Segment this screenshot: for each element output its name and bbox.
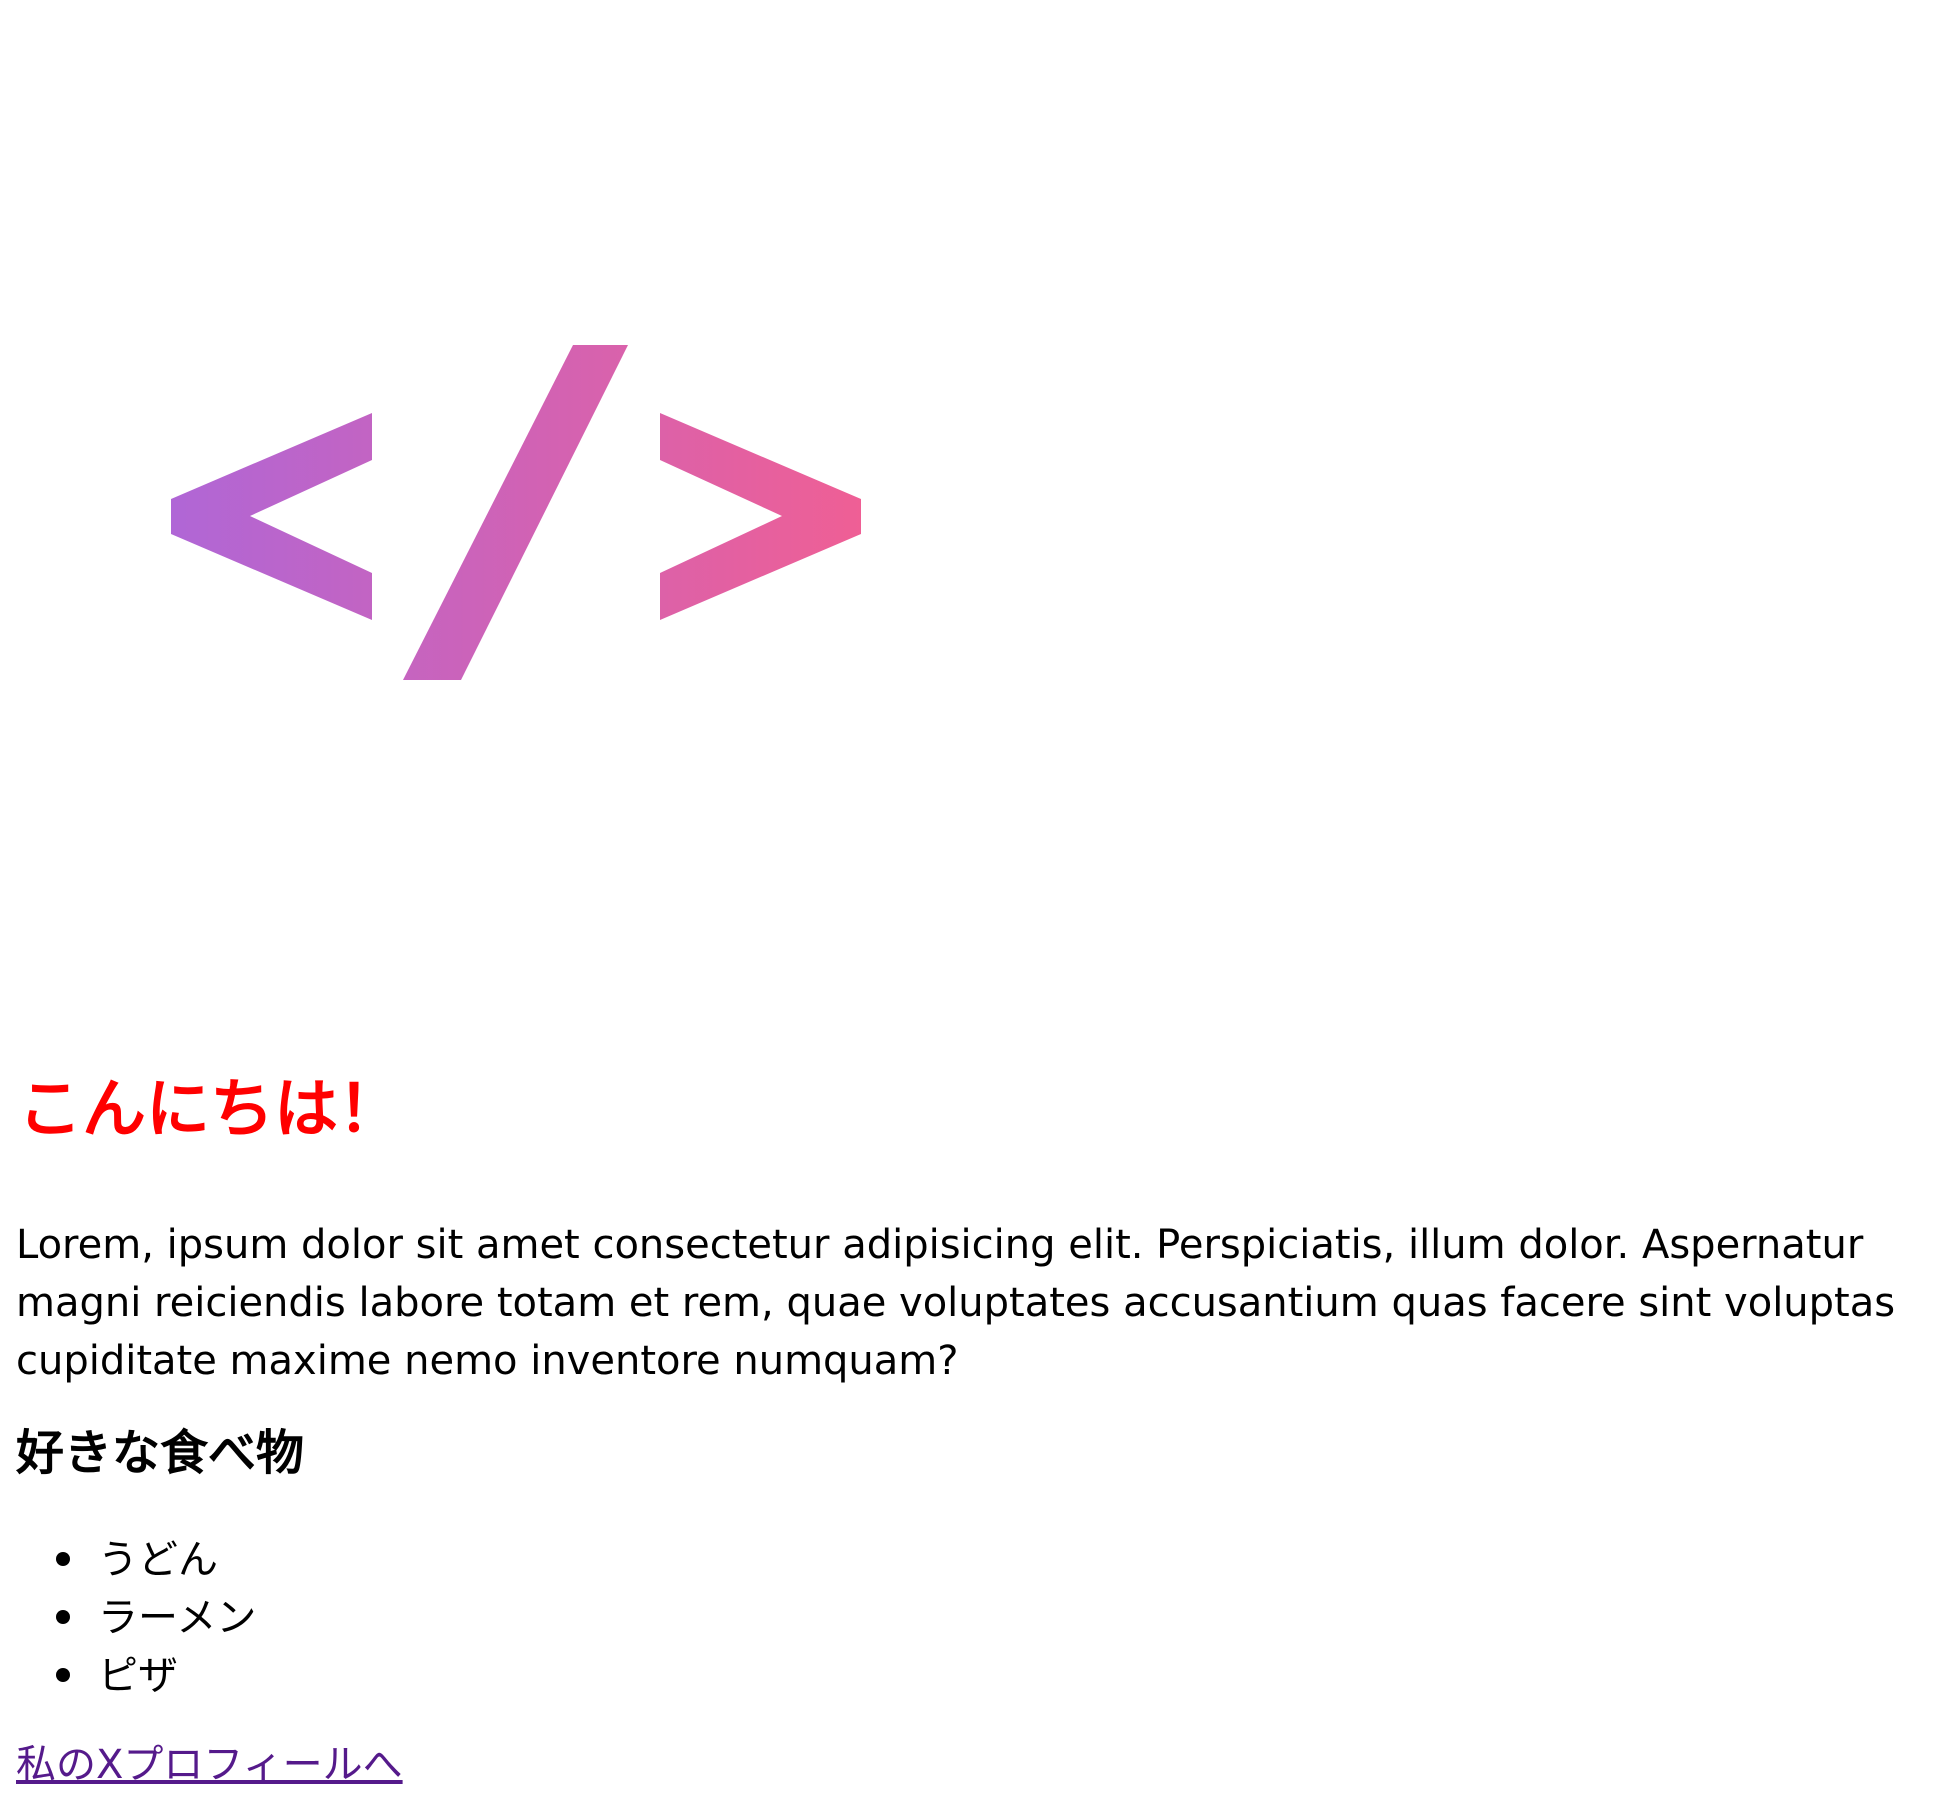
list-item: ピザ (0, 1647, 256, 1705)
right-angle-bracket (660, 413, 861, 620)
bullet-icon (56, 1610, 70, 1624)
x-profile-link[interactable]: 私のXプロフィールへ (16, 1736, 403, 1794)
favorite-foods-heading: 好きな食べ物 (16, 1425, 305, 1481)
slash (403, 345, 628, 680)
list-item-label: ラーメン (98, 1595, 257, 1641)
code-logo (0, 0, 1000, 1000)
code-brackets-icon (171, 345, 861, 680)
list-item: ラーメン (0, 1589, 256, 1647)
bullet-icon (56, 1552, 70, 1566)
left-angle-bracket (171, 413, 372, 620)
list-item-label: うどん (98, 1537, 218, 1583)
list-item-label: ピザ (98, 1653, 178, 1699)
intro-paragraph: Lorem, ipsum dolor sit amet consectetur … (16, 1222, 1896, 1384)
greeting-heading: こんにちは！ (18, 1073, 402, 1147)
favorite-foods-list: うどん ラーメン ピザ (0, 1531, 256, 1705)
bullet-icon (56, 1668, 70, 1682)
list-item: うどん (0, 1531, 256, 1589)
